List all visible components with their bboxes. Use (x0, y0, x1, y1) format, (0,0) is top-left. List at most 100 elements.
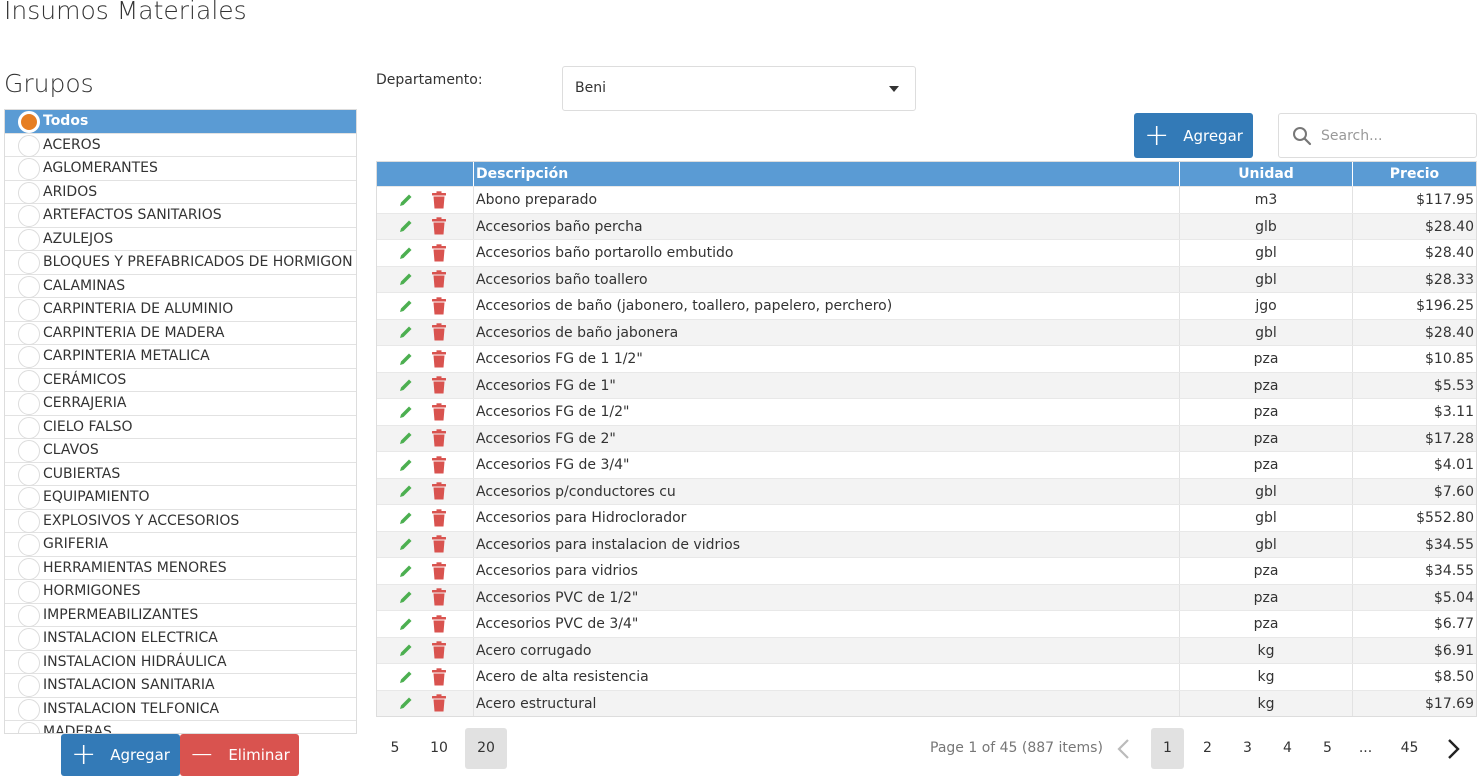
pencil-icon[interactable] (398, 298, 414, 314)
table-row[interactable]: Abono preparado m3 $117.95 (377, 186, 1476, 213)
group-item[interactable]: INSTALACION ELECTRICA (5, 627, 356, 651)
page-button[interactable]: 1 (1151, 728, 1184, 769)
radio-icon[interactable] (18, 628, 40, 650)
group-item[interactable]: IMPERMEABILIZANTES (5, 604, 356, 627)
page-size-option[interactable]: 5 (374, 728, 416, 769)
group-item[interactable]: AZULEJOS (5, 228, 356, 251)
table-row[interactable]: Accesorios de baño (jabonero, toallero, … (377, 292, 1476, 319)
group-item[interactable]: HORMIGONES (5, 580, 356, 604)
table-row[interactable]: Acero de alta resistencia kg $8.50 (377, 663, 1476, 690)
radio-icon[interactable] (18, 651, 40, 674)
trash-icon[interactable] (431, 270, 447, 288)
radio-icon[interactable] (18, 299, 40, 321)
add-group-button[interactable]: + Agregar (61, 734, 180, 776)
trash-icon[interactable] (431, 429, 447, 447)
radio-icon[interactable] (18, 346, 40, 368)
radio-icon[interactable] (18, 581, 40, 603)
table-row[interactable]: Accesorios para vidrios pza $34.55 (377, 557, 1476, 584)
trash-icon[interactable] (431, 668, 447, 686)
trash-icon[interactable] (431, 323, 447, 341)
page-size-option[interactable]: 20 (465, 728, 507, 769)
group-item[interactable]: CLAVOS (5, 439, 356, 463)
group-item[interactable]: CALAMINAS (5, 275, 356, 298)
group-item[interactable]: HERRAMIENTAS MENORES (5, 557, 356, 580)
trash-icon[interactable] (431, 376, 447, 394)
pencil-icon[interactable] (398, 669, 414, 685)
table-row[interactable]: Acero estructural kg $17.69 (377, 689, 1476, 716)
pencil-icon[interactable] (398, 404, 414, 420)
trash-icon[interactable] (431, 482, 447, 500)
radio-icon[interactable] (18, 275, 40, 298)
trash-icon[interactable] (431, 694, 447, 712)
group-item[interactable]: EXPLOSIVOS Y ACCESORIOS (5, 510, 356, 533)
radio-icon[interactable] (18, 393, 40, 415)
trash-icon[interactable] (431, 641, 447, 659)
page-size-option[interactable]: 10 (418, 728, 460, 769)
radio-icon[interactable] (18, 205, 40, 227)
radio-icon[interactable] (18, 675, 40, 697)
group-item[interactable]: CIELO FALSO (5, 416, 356, 439)
group-item[interactable]: CERRAJERIA (5, 392, 356, 416)
trash-icon[interactable] (431, 244, 447, 262)
table-row[interactable]: Accesorios p/conductores cu gbl $7.60 (377, 477, 1476, 504)
delete-group-button[interactable]: − Eliminar (180, 734, 299, 776)
table-row[interactable]: Accesorios para instalacion de vidrios gb… (377, 530, 1476, 557)
table-row[interactable]: Acero corrugado kg $6.91 (377, 636, 1476, 663)
radio-icon[interactable] (18, 487, 40, 509)
pencil-icon[interactable] (398, 589, 414, 605)
group-item[interactable]: ACEROS (5, 134, 356, 157)
pencil-icon[interactable] (398, 430, 414, 446)
radio-icon[interactable] (18, 698, 40, 721)
trash-icon[interactable] (431, 509, 447, 527)
group-item[interactable]: CARPINTERIA DE ALUMINIO (5, 298, 356, 322)
group-item[interactable]: CUBIERTAS (5, 463, 356, 486)
group-item[interactable]: INSTALACION SANITARIA (5, 674, 356, 698)
page-button[interactable]: 5 (1311, 728, 1344, 769)
group-item[interactable]: INSTALACION HIDRÁULICA (5, 651, 356, 674)
pencil-icon[interactable] (398, 457, 414, 473)
pencil-icon[interactable] (398, 192, 414, 208)
chevron-right-icon[interactable] (1443, 738, 1463, 760)
table-row[interactable]: Accesorios de baño jabonera gbl $28.40 (377, 318, 1476, 345)
table-row[interactable]: Accesorios FG de 1 1/2" pza $10.85 (377, 345, 1476, 372)
page-button[interactable]: 45 (1393, 728, 1426, 769)
pencil-icon[interactable] (398, 483, 414, 499)
pencil-icon[interactable] (398, 616, 414, 632)
radio-icon[interactable] (18, 416, 40, 439)
pencil-icon[interactable] (398, 642, 414, 658)
table-row[interactable]: Accesorios FG de 1" pza $5.53 (377, 371, 1476, 398)
group-item[interactable]: MADERAS (5, 721, 356, 733)
table-row[interactable]: Accesorios baño percha glb $28.40 (377, 212, 1476, 239)
chevron-left-icon[interactable] (1114, 738, 1134, 760)
group-item[interactable]: CARPINTERIA DE MADERA (5, 322, 356, 345)
radio-icon[interactable] (18, 510, 40, 533)
pencil-icon[interactable] (398, 510, 414, 526)
radio-icon[interactable] (18, 111, 40, 133)
pencil-icon[interactable] (398, 351, 414, 367)
table-row[interactable]: Accesorios FG de 1/2" pza $3.11 (377, 398, 1476, 425)
pencil-icon[interactable] (398, 536, 414, 552)
page-button[interactable]: 3 (1231, 728, 1264, 769)
search-input[interactable] (1321, 122, 1471, 150)
table-row[interactable]: Accesorios PVC de 3/4" pza $6.77 (377, 610, 1476, 637)
trash-icon[interactable] (431, 535, 447, 553)
trash-icon[interactable] (431, 403, 447, 421)
department-select[interactable]: Beni (562, 66, 916, 111)
trash-icon[interactable] (431, 615, 447, 633)
pencil-icon[interactable] (398, 324, 414, 340)
trash-icon[interactable] (431, 456, 447, 474)
group-item[interactable]: AGLOMERANTES (5, 157, 356, 181)
table-row[interactable]: Accesorios baño toallero gbl $28.33 (377, 265, 1476, 292)
group-item[interactable]: CERÁMICOS (5, 369, 356, 392)
radio-icon[interactable] (18, 557, 40, 580)
trash-icon[interactable] (431, 217, 447, 235)
group-item[interactable]: BLOQUES Y PREFABRICADOS DE HORMIGON (5, 251, 356, 275)
table-row[interactable]: Accesorios FG de 3/4" pza $4.01 (377, 451, 1476, 478)
pencil-icon[interactable] (398, 563, 414, 579)
trash-icon[interactable] (431, 588, 447, 606)
trash-icon[interactable] (431, 297, 447, 315)
add-item-button[interactable]: + Agregar (1134, 113, 1253, 158)
pencil-icon[interactable] (398, 695, 414, 711)
group-item[interactable]: ARIDOS (5, 181, 356, 204)
radio-icon[interactable] (18, 534, 40, 556)
